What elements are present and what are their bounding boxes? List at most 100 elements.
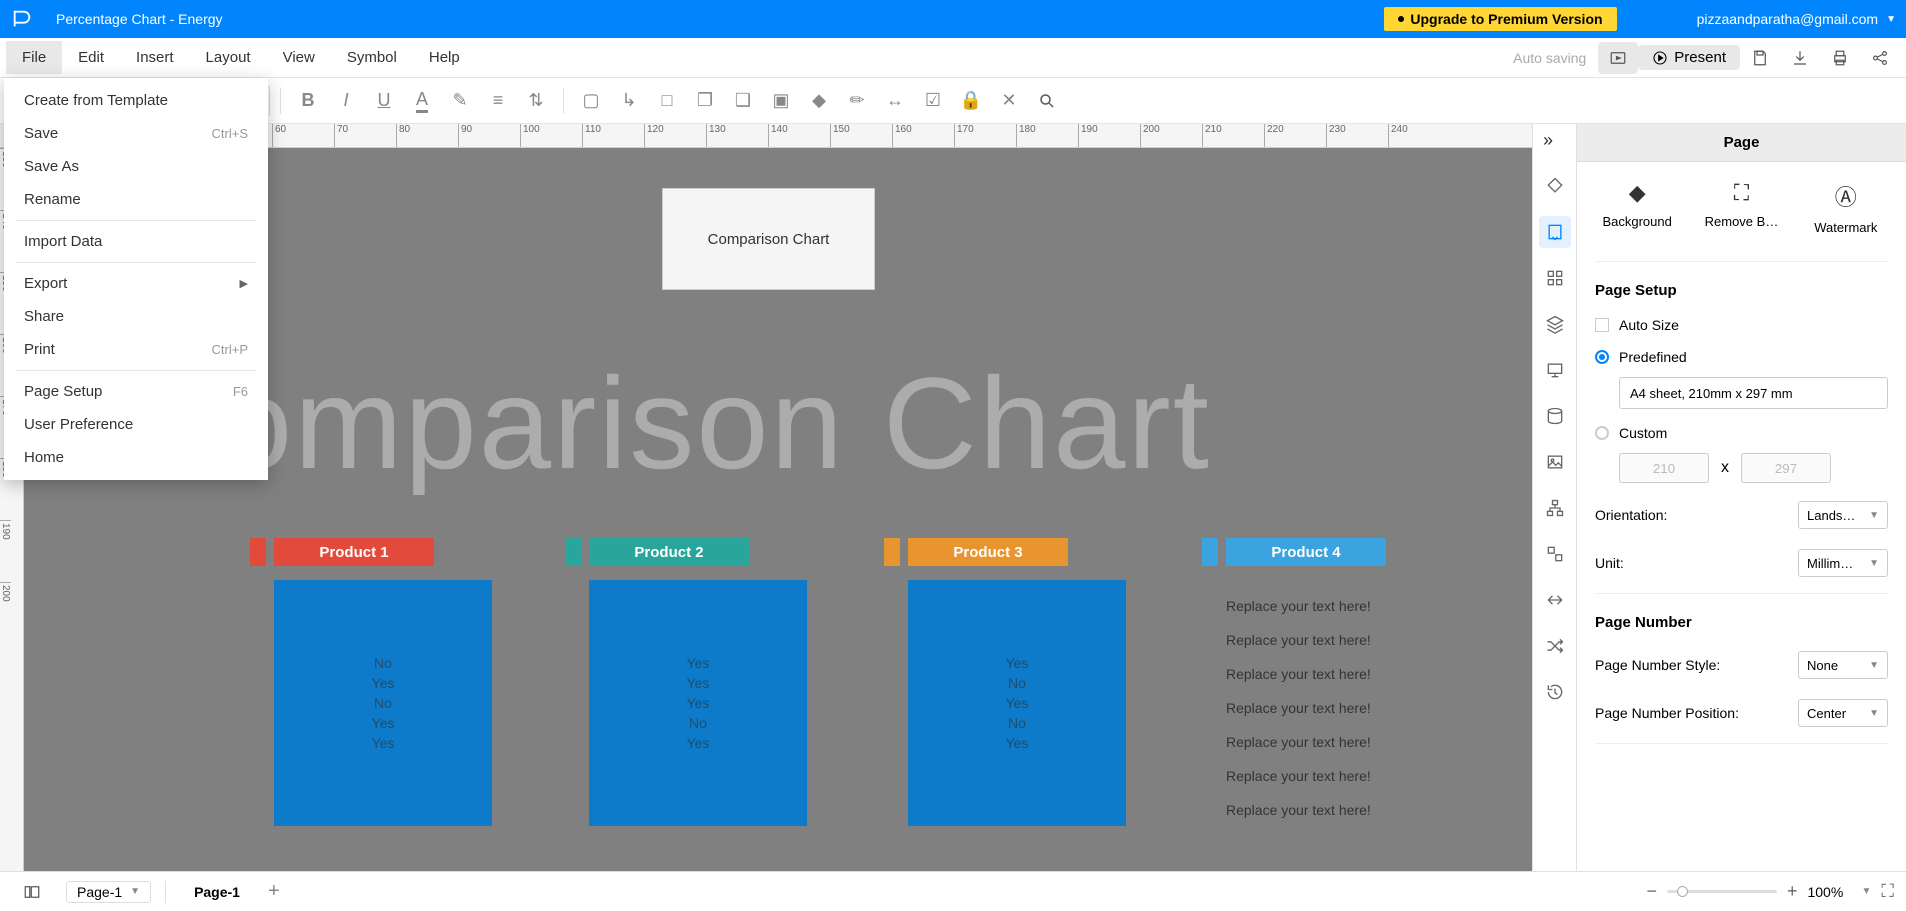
zoom-in-button[interactable]: + [1787, 881, 1798, 902]
download-icon[interactable] [1780, 42, 1820, 74]
product-row[interactable]: No [1008, 715, 1026, 731]
ungroup-icon[interactable]: ❏ [726, 84, 760, 118]
text-box-icon[interactable]: ▢ [574, 84, 608, 118]
present-button[interactable]: Present [1638, 45, 1740, 70]
file-home[interactable]: Home [4, 441, 268, 474]
chevron-down-icon[interactable]: ▼ [1861, 886, 1871, 897]
menu-help[interactable]: Help [413, 41, 476, 74]
product-row[interactable]: Yes [687, 675, 710, 691]
file-export[interactable]: Export▶ [4, 267, 268, 300]
paper-size-select[interactable]: A4 sheet, 210mm x 297 mm [1619, 377, 1888, 409]
product-row[interactable]: Yes [372, 675, 395, 691]
menu-edit[interactable]: Edit [62, 41, 120, 74]
file-rename[interactable]: Rename [4, 183, 268, 216]
app-logo[interactable] [0, 8, 44, 30]
product-row[interactable]: Replace your text here! [1226, 768, 1371, 784]
add-page-button[interactable]: + [268, 880, 280, 903]
menu-insert[interactable]: Insert [120, 41, 190, 74]
search-icon[interactable] [1030, 84, 1064, 118]
product-row[interactable]: Yes [687, 655, 710, 671]
menu-view[interactable]: View [267, 41, 331, 74]
arrow-style-icon[interactable]: ↔ [878, 84, 912, 118]
custom-radio[interactable] [1595, 426, 1609, 440]
zoom-slider[interactable] [1667, 890, 1777, 893]
product-row[interactable]: No [374, 655, 392, 671]
product-row[interactable]: Yes [372, 715, 395, 731]
file-share[interactable]: Share [4, 300, 268, 333]
width-input[interactable] [1619, 453, 1709, 483]
rail-presentation-icon[interactable] [1539, 354, 1571, 386]
rail-history-icon[interactable] [1539, 676, 1571, 708]
product-row[interactable]: Yes [1006, 735, 1029, 751]
pn-style-select[interactable]: None▼ [1798, 651, 1888, 679]
predefined-radio[interactable] [1595, 350, 1609, 364]
page-tab-1[interactable]: Page-1 [180, 884, 254, 900]
canvas-title-box[interactable]: Comparison Chart [662, 188, 875, 290]
menu-layout[interactable]: Layout [190, 41, 267, 74]
product-2-header[interactable]: Product 2 [589, 538, 749, 566]
tool-watermark[interactable]: ⒶWatermark [1796, 180, 1896, 235]
preview-icon[interactable] [1598, 42, 1638, 74]
product-row[interactable]: No [374, 695, 392, 711]
page-selector[interactable]: Page-1▼ [66, 881, 151, 903]
product-row[interactable]: No [1008, 675, 1026, 691]
zoom-out-button[interactable]: − [1646, 881, 1657, 902]
product-row[interactable]: No [689, 715, 707, 731]
rail-page-icon[interactable] [1539, 216, 1571, 248]
menu-file[interactable]: File [6, 41, 62, 74]
print-icon[interactable] [1820, 42, 1860, 74]
user-menu[interactable]: pizzaandparatha@gmail.com ▼ [1687, 11, 1906, 27]
product-row[interactable]: Yes [372, 735, 395, 751]
italic-icon[interactable]: I [329, 84, 363, 118]
product-3-header[interactable]: Product 3 [908, 538, 1068, 566]
rail-hierarchy-icon[interactable] [1539, 492, 1571, 524]
rail-image-icon[interactable] [1539, 446, 1571, 478]
font-color-icon[interactable]: A [405, 84, 439, 118]
expand-rail-icon[interactable]: » [1543, 130, 1553, 151]
upgrade-button[interactable]: Upgrade to Premium Version [1384, 7, 1616, 31]
fill-icon[interactable]: ◆ [802, 84, 836, 118]
product-4-header[interactable]: Product 4 [1226, 538, 1386, 566]
underline-icon[interactable]: U [367, 84, 401, 118]
menu-symbol[interactable]: Symbol [331, 41, 413, 74]
group-icon[interactable]: ❐ [688, 84, 722, 118]
shape-icon[interactable]: □ [650, 84, 684, 118]
product-row[interactable]: Yes [687, 695, 710, 711]
fit-screen-icon[interactable]: ⛶ [1881, 881, 1894, 902]
product-row[interactable]: Replace your text here! [1226, 700, 1371, 716]
file-import-data[interactable]: Import Data [4, 225, 268, 258]
rail-data-icon[interactable] [1539, 400, 1571, 432]
pages-view-icon[interactable] [12, 876, 52, 908]
arrange-icon[interactable]: ▣ [764, 84, 798, 118]
file-user-preference[interactable]: User Preference [4, 408, 268, 441]
product-row[interactable]: Replace your text here! [1226, 598, 1371, 614]
pn-pos-select[interactable]: Center▼ [1798, 699, 1888, 727]
product-row[interactable]: Yes [687, 735, 710, 751]
rail-shuffle-icon[interactable] [1539, 630, 1571, 662]
file-save-as[interactable]: Save As [4, 150, 268, 183]
product-row[interactable]: Yes [1006, 655, 1029, 671]
product-row[interactable]: Replace your text here! [1226, 802, 1371, 818]
product-row[interactable]: Replace your text here! [1226, 666, 1371, 682]
rail-snap-icon[interactable] [1539, 538, 1571, 570]
file-print[interactable]: PrintCtrl+P [4, 333, 268, 366]
file-save[interactable]: SaveCtrl+S [4, 117, 268, 150]
product-1-header[interactable]: Product 1 [274, 538, 434, 566]
lock-icon[interactable]: 🔒 [954, 84, 988, 118]
orientation-select[interactable]: Lands…▼ [1798, 501, 1888, 529]
share-icon[interactable] [1860, 42, 1900, 74]
file-page-setup[interactable]: Page SetupF6 [4, 375, 268, 408]
rail-spacing-icon[interactable] [1539, 584, 1571, 616]
product-row[interactable]: Replace your text here! [1226, 632, 1371, 648]
align-icon[interactable]: ≡ [481, 84, 515, 118]
line-spacing-icon[interactable]: ⇅ [519, 84, 553, 118]
rail-grid-icon[interactable] [1539, 262, 1571, 294]
rail-theme-icon[interactable] [1539, 170, 1571, 202]
file-create-template[interactable]: Create from Template [4, 84, 268, 117]
product-row[interactable]: Replace your text here! [1226, 734, 1371, 750]
product-row[interactable]: Yes [1006, 695, 1029, 711]
connector-icon[interactable]: ↳ [612, 84, 646, 118]
edit-icon[interactable]: ☑ [916, 84, 950, 118]
rail-layers-icon[interactable] [1539, 308, 1571, 340]
height-input[interactable] [1741, 453, 1831, 483]
